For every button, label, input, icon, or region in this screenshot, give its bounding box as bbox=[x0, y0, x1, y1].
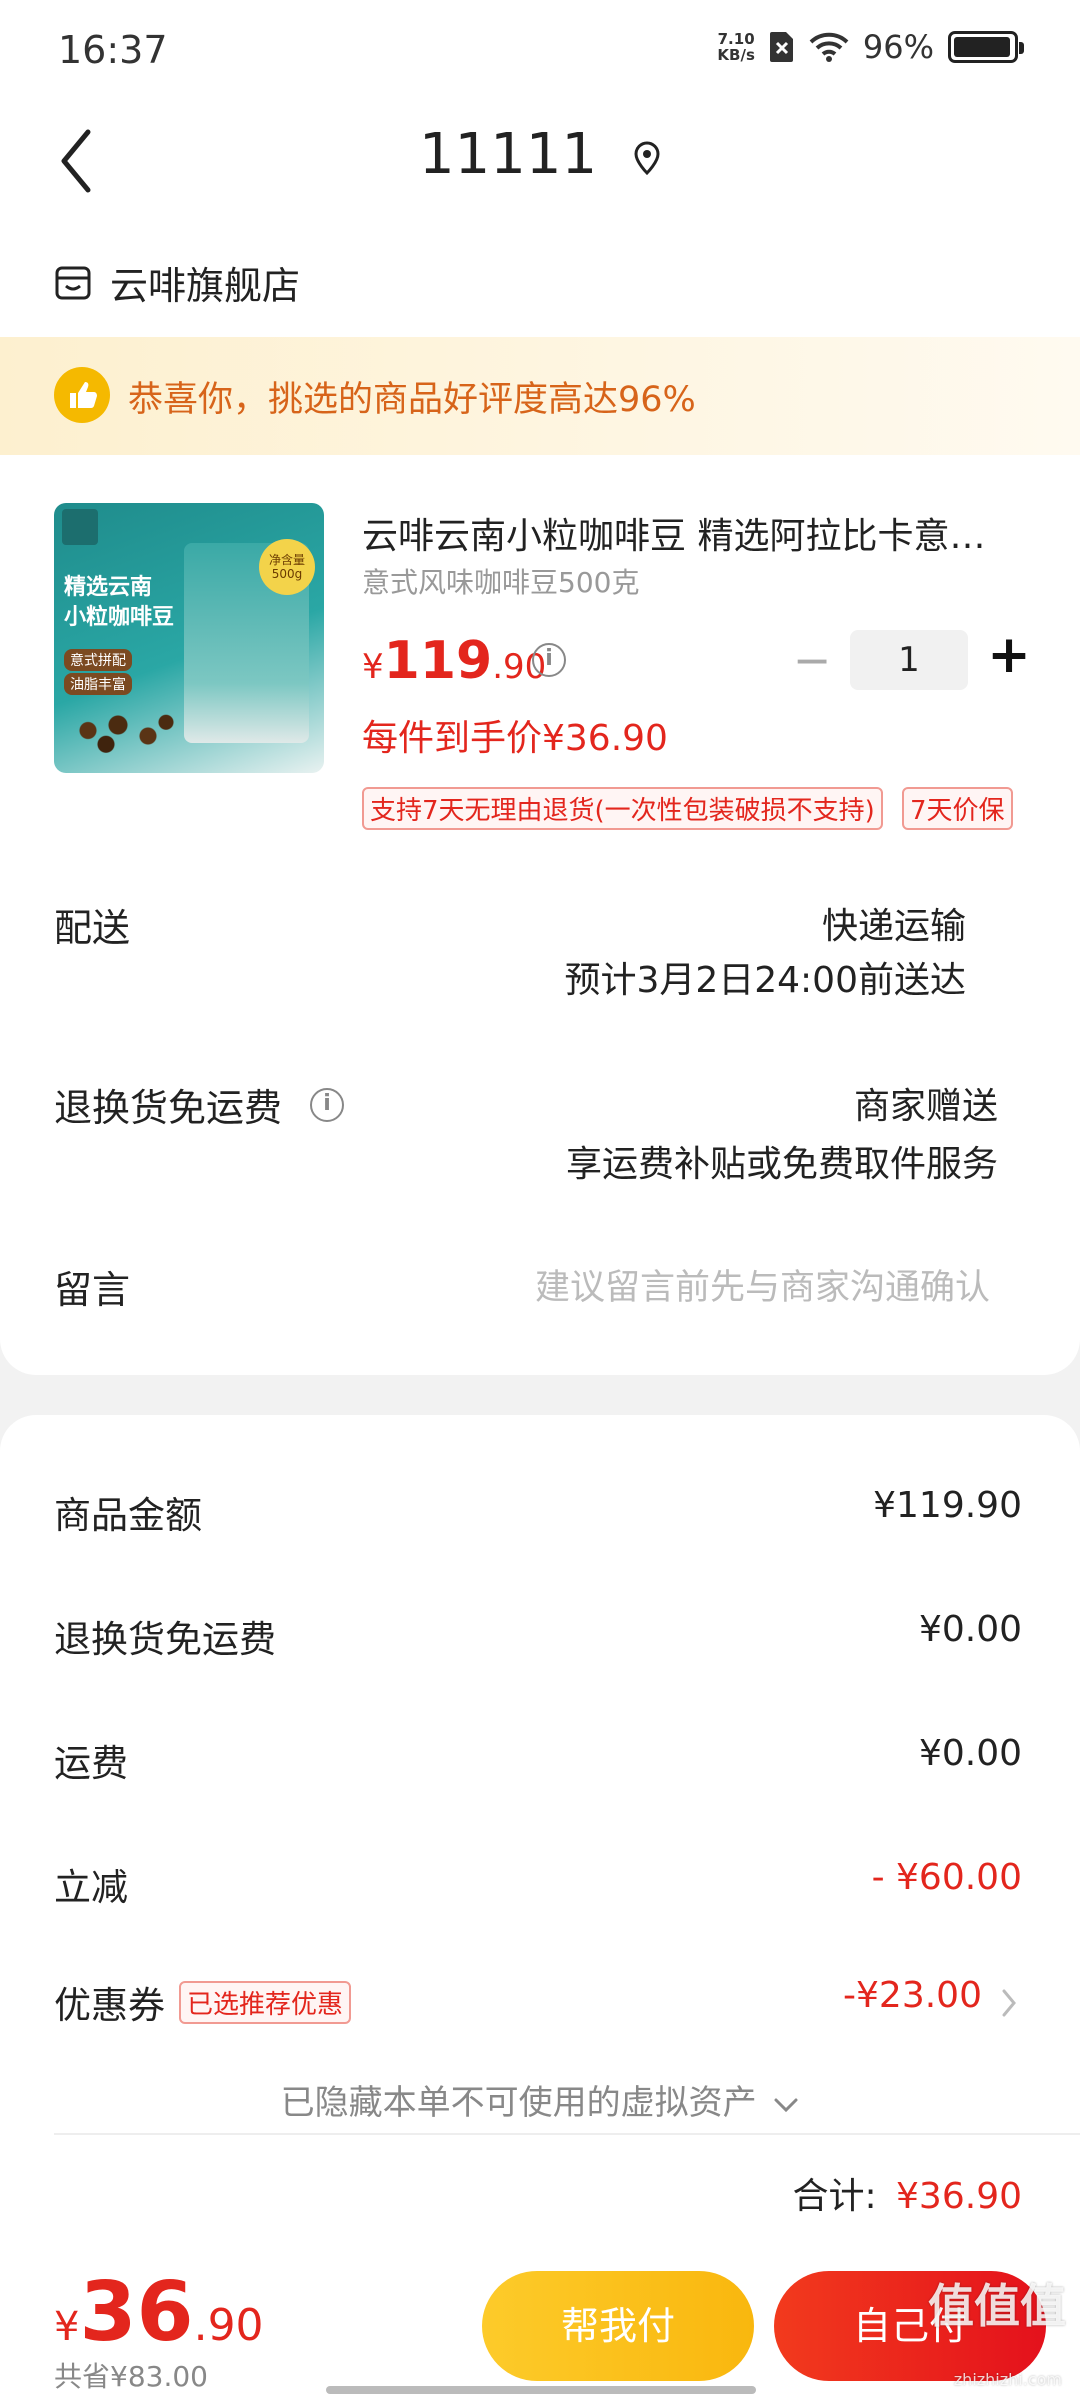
return-info-icon[interactable]: i bbox=[310, 1087, 345, 1122]
product-title[interactable]: 云啡云南小粒咖啡豆 精选阿拉比卡意式风味咖啡豆500克 bbox=[362, 507, 1002, 559]
status-bar: 16:37 7.10 KB/s 96% bbox=[0, 0, 1080, 100]
hidden-assets-toggle[interactable]: 已隐藏本单不可使用的虚拟资产 bbox=[0, 2075, 1080, 2124]
status-indicators: 7.10 KB/s 96% bbox=[717, 28, 1024, 66]
address-name: 11111 bbox=[419, 122, 598, 187]
store-icon bbox=[55, 266, 91, 299]
thumbs-up-icon bbox=[54, 367, 110, 423]
sim-off-icon bbox=[769, 32, 793, 62]
pay-total: ¥36.90 bbox=[54, 2265, 264, 2360]
rating-banner: 恭喜你，挑选的商品好评度高达96% bbox=[0, 337, 1080, 455]
message-label: 留言 bbox=[54, 1268, 131, 1312]
return-shipping-service: 享运费补贴或免费取件服务 bbox=[565, 1144, 998, 1185]
shop-name: 云啡旗舰店 bbox=[110, 264, 301, 308]
status-time: 16:37 bbox=[58, 28, 168, 72]
return-fee-value: ¥0.00 bbox=[918, 1609, 1022, 1650]
total-label: 合计: bbox=[792, 2176, 877, 2217]
battery-icon bbox=[948, 31, 1024, 63]
watermark-url: zhizhizhi.com bbox=[953, 2370, 1062, 2389]
price-info-icon[interactable]: i bbox=[532, 643, 566, 677]
quantity-input[interactable]: 1 bbox=[850, 630, 968, 690]
location-pin-icon bbox=[634, 141, 660, 175]
message-input[interactable]: 建议留言前先与商家沟通确认 bbox=[535, 1259, 990, 1310]
checkout-bar: ¥36.90 共省¥83.00 帮我付 自己付 bbox=[0, 2255, 1080, 2400]
page-title[interactable]: 11111 bbox=[0, 122, 1080, 187]
battery-percent: 96% bbox=[862, 28, 934, 66]
order-total: 合计: ¥36.90 bbox=[792, 2167, 1022, 2219]
delivery-method[interactable]: 快递运输 bbox=[822, 897, 966, 949]
quantity-plus-button[interactable]: + bbox=[984, 625, 1034, 685]
total-value: ¥36.90 bbox=[896, 2176, 1022, 2217]
wifi-icon bbox=[809, 32, 849, 62]
product-image[interactable]: 精选云南 小粒咖啡豆 意式拼配 油脂丰富 净含量 500g bbox=[54, 503, 324, 773]
product-spec[interactable]: 意式风味咖啡豆500克 bbox=[362, 561, 639, 601]
page-header: 11111 bbox=[0, 100, 1080, 230]
price-protect-tag: 7天价保 bbox=[902, 787, 1013, 830]
shipping-fee-value: ¥0.00 bbox=[918, 1733, 1022, 1774]
net-speed: 7.10 KB/s bbox=[717, 30, 755, 64]
product-price: ¥119.90 bbox=[362, 631, 547, 691]
discount-value: - ¥60.00 bbox=[871, 1857, 1022, 1898]
shop-row[interactable]: 云啡旗舰店 bbox=[54, 255, 300, 310]
home-indicator[interactable] bbox=[326, 2386, 756, 2394]
chevron-right-icon[interactable] bbox=[1000, 1987, 1018, 2019]
product-image-title: 精选云南 小粒咖啡豆 bbox=[64, 575, 175, 630]
ask-friend-pay-button[interactable]: 帮我付 bbox=[482, 2271, 754, 2381]
product-image-tag: 意式拼配 bbox=[64, 649, 132, 671]
return-policy-tag: 支持7天无理由退货(一次性包装破损不支持) bbox=[362, 787, 883, 830]
banner-text: 恭喜你，挑选的商品好评度高达96% bbox=[128, 380, 696, 420]
return-shipping-label: 退换货免运费 bbox=[54, 1086, 283, 1130]
coupon-label: 优惠券 bbox=[54, 1984, 165, 2027]
coupon-row[interactable]: 优惠券 已选推荐优惠 bbox=[54, 1975, 352, 2029]
net-weight-badge: 净含量 500g bbox=[259, 539, 315, 595]
coffee-beans-illustration bbox=[64, 703, 184, 758]
delivery-eta: 预计3月2日24:00前送达 bbox=[564, 960, 966, 1001]
quantity-minus-button[interactable]: − bbox=[792, 633, 832, 687]
price-summary-card: 商品金额 ¥119.90 退换货免运费 ¥0.00 运费 ¥0.00 立减 - … bbox=[0, 1415, 1080, 2275]
product-image-tag: 油脂丰富 bbox=[64, 673, 132, 695]
watermark: 值值值 bbox=[928, 2279, 1066, 2333]
delivery-label: 配送 bbox=[54, 906, 131, 950]
order-card: 云啡旗舰店 恭喜你，挑选的商品好评度高达96% 精选云南 小粒咖啡豆 意式拼配 … bbox=[0, 225, 1080, 1375]
brand-logo bbox=[62, 509, 98, 545]
return-shipping-value: 商家赠送 bbox=[853, 1086, 998, 1127]
divider bbox=[54, 2133, 1080, 2135]
coupon-tag: 已选推荐优惠 bbox=[179, 1980, 352, 2024]
chevron-down-icon bbox=[774, 2098, 798, 2112]
final-unit-price: 每件到手价¥36.90 bbox=[362, 718, 668, 759]
return-fee-label: 退换货免运费 bbox=[54, 1618, 276, 1661]
saved-amount: 共省¥83.00 bbox=[54, 2360, 208, 2393]
discount-label: 立减 bbox=[54, 1866, 128, 1909]
coupon-value[interactable]: -¥23.00 bbox=[843, 1975, 982, 2016]
return-shipping-row: 退换货免运费 i bbox=[54, 1077, 345, 1132]
goods-amount-label: 商品金额 bbox=[54, 1494, 202, 1537]
shipping-fee-label: 运费 bbox=[54, 1742, 128, 1785]
goods-amount-value: ¥119.90 bbox=[873, 1485, 1022, 1526]
